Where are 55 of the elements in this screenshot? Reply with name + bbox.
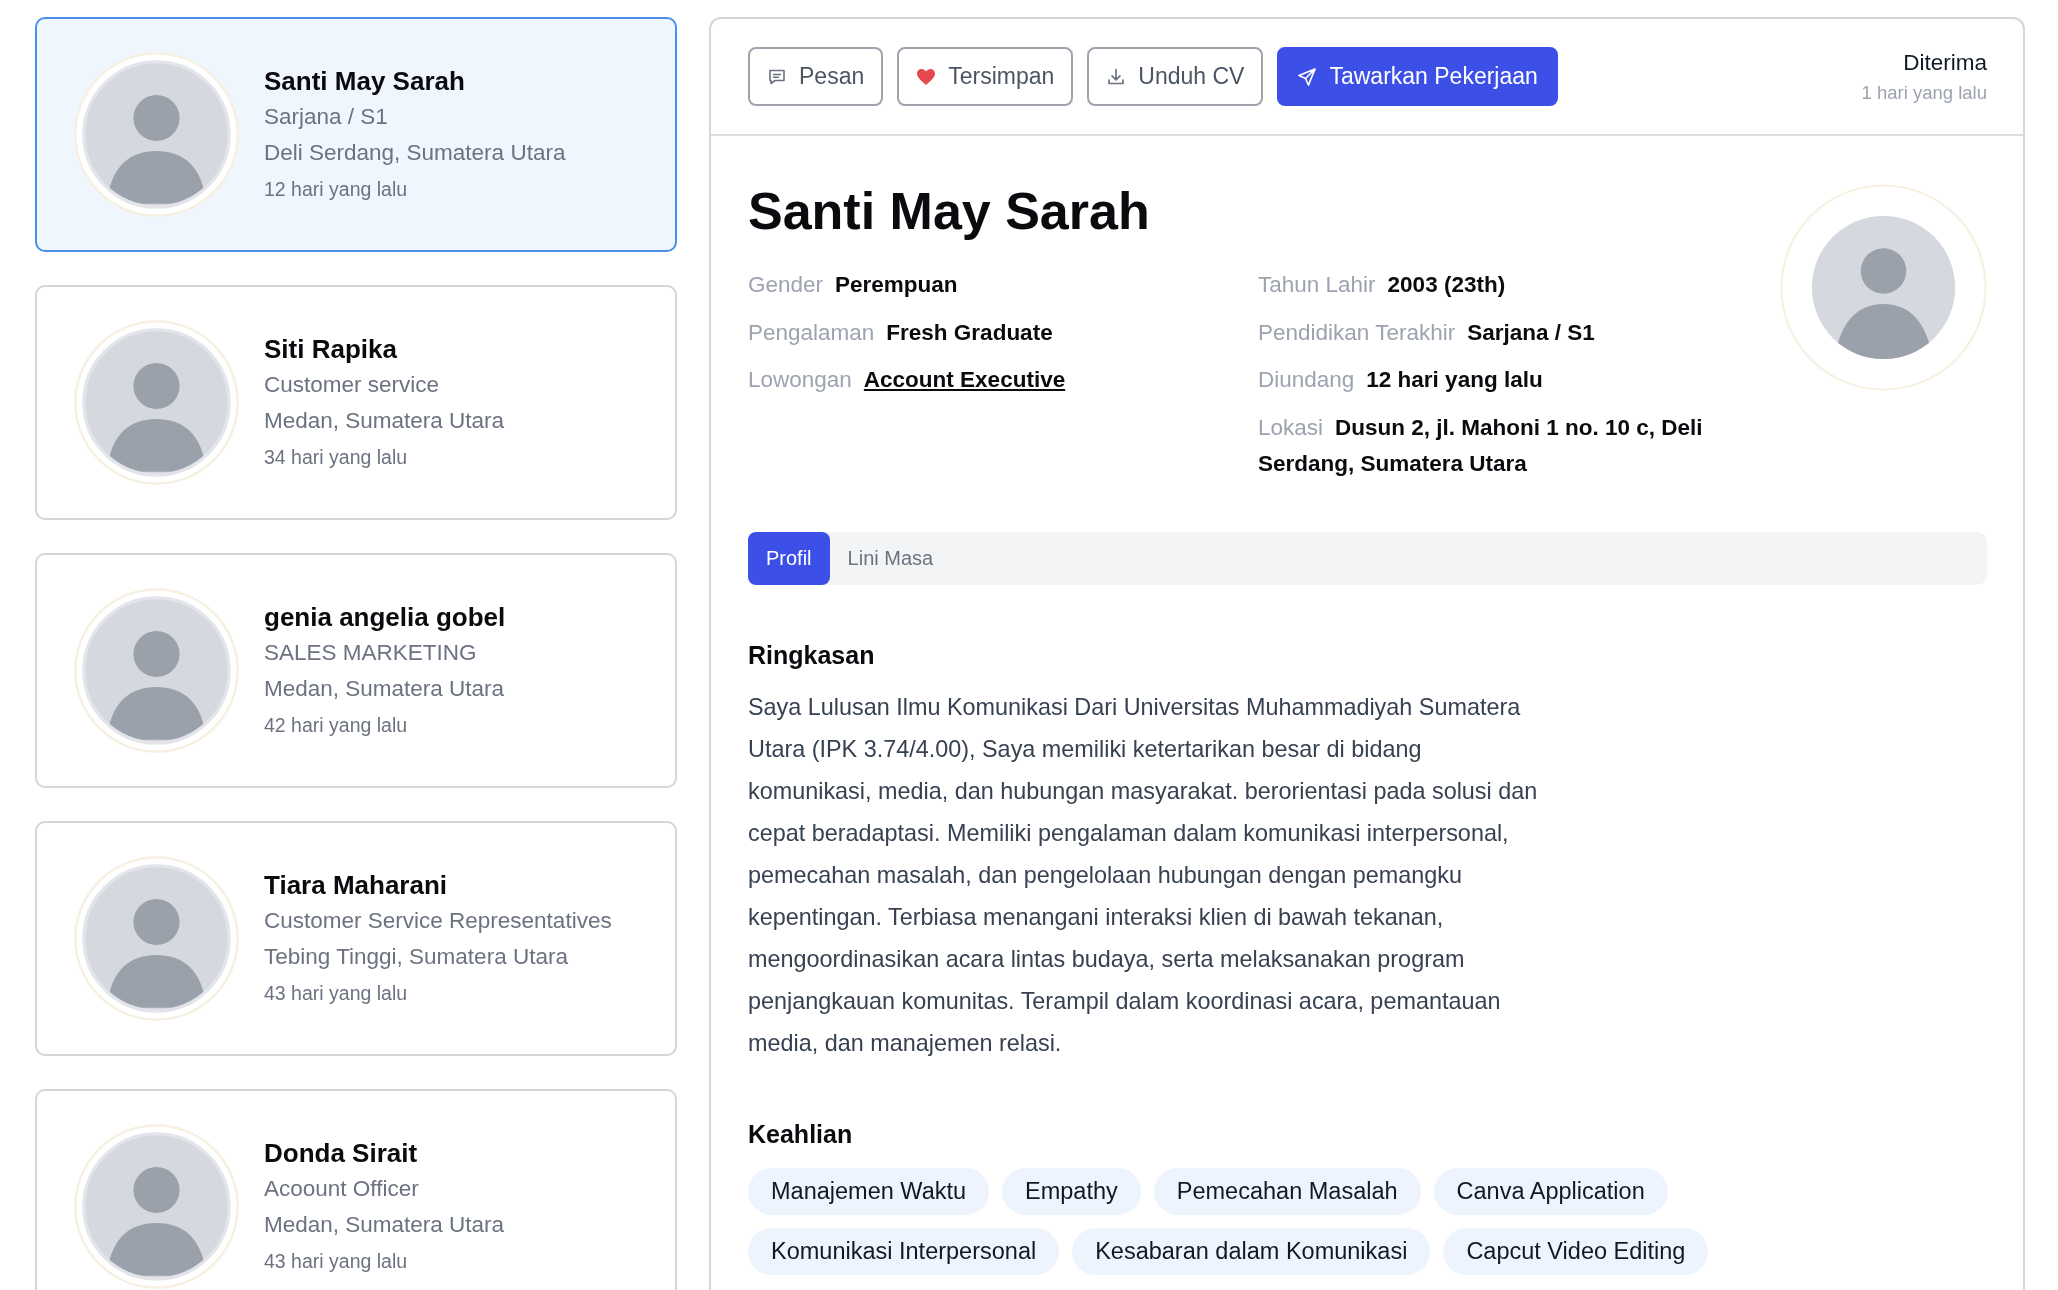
candidate-time: 43 hari yang lalu xyxy=(264,1248,409,1274)
candidate-name: Santi May Sarah xyxy=(264,64,466,98)
tab[interactable]: Lini Masa xyxy=(829,531,952,585)
candidate-subtitle: Sarjana / S1 xyxy=(264,102,389,131)
candidate-location: Medan, Sumatera Utara xyxy=(264,1210,505,1239)
skill-tag: Manajemen Waktu xyxy=(748,1167,990,1215)
candidate-name: Siti Rapika xyxy=(264,332,398,366)
skill-tag: Empathy xyxy=(1002,1167,1141,1215)
section-heading: Keahlian xyxy=(748,1118,854,1150)
candidate-card[interactable]: Siti Rapika Customer service Medan, Sumatera Utara 34 hari yang lalu xyxy=(35,285,677,520)
saved-button[interactable]: Tersimpan xyxy=(897,47,1074,106)
field-label: Lowongan xyxy=(748,367,852,392)
candidate-location: Deli Serdang, Sumatera Utara xyxy=(264,138,566,167)
candidate-location: Medan, Sumatera Utara xyxy=(264,406,505,435)
offer-job-button[interactable]: Tawarkan Pekerjaan xyxy=(1277,47,1558,106)
candidate-name: Donda Sirait xyxy=(264,1136,419,1170)
candidate-name: Tiara Maharani xyxy=(264,868,449,902)
candidate-subtitle: SALES MARKETING xyxy=(264,638,478,667)
skill-tag: Kesabaran dalam Komunikasi xyxy=(1072,1227,1431,1275)
candidate-title: Santi May Sarah xyxy=(748,181,1151,242)
vacancy-link[interactable]: Account Executive xyxy=(863,367,1066,392)
candidate-name: genia angelia gobel xyxy=(264,600,506,634)
status-label: Diterima xyxy=(1902,48,1987,77)
section-heading: Ringkasan xyxy=(748,639,876,671)
candidate-subtitle: Customer service xyxy=(264,370,441,399)
candidate-time: 12 hari yang lalu xyxy=(264,176,409,202)
skill-tag: Capcut Video Editing xyxy=(1443,1227,1709,1275)
detail-field: Pengalaman Fresh Graduate xyxy=(748,314,1258,351)
candidate-time: 34 hari yang lalu xyxy=(264,444,409,470)
detail-field: Lokasi Dusun 2, jl. Mahoni 1 no. 10 c, Deli Serdang, Sumatera Utara xyxy=(1258,409,1728,482)
candidate-card[interactable]: Tiara Maharani Customer Service Representatives Tebing Tinggi, Sumatera Utara 43 hari yang lalu xyxy=(35,821,677,1056)
heart-icon xyxy=(916,66,937,87)
detail-field: Pendidikan Terakhir Sarjana / S1 xyxy=(1258,314,1728,351)
candidate-time: 43 hari yang lalu xyxy=(264,980,409,1006)
download-button[interactable]: Unduh CV xyxy=(1087,47,1264,106)
candidate-subtitle: Customer Service Representatives xyxy=(264,906,612,935)
candidate-location: Medan, Sumatera Utara xyxy=(264,674,506,703)
download-icon xyxy=(1106,66,1127,87)
candidate-subtitle: Acoount Officer xyxy=(264,1174,420,1203)
status-time: 1 hari yang lalu xyxy=(1861,80,1987,105)
detail-field: Tahun Lahir 2003 (23th) xyxy=(1258,267,1728,303)
summary-paragraph: Saya Lulusan Ilmu Komunikasi Dari Universitas Muhammadiyah Sumatera Utara (IPK 3.74/4.00), Saya memiliki ketertarikan besar di bidang komunikasi, media, dan hubungan masyarakat. berorientasi pada solusi dan cepat beradaptasi. Memiliki pengalaman dalam komunikasi interpersonal, pemecahan masalah, dan pengelolaan hubungan dengan pemangku kepentingan. Terbiasa menangani interaksi klien di bawah tekanan, mengoordinasikan acara lintas budaya, serta melaksanakan program penjangkauan komunitas. Terampil dalam koordinasi acara, pemantauan media, dan manajemen relasi. xyxy=(748,692,1538,1058)
skill-tag: Pemecahan Masalah xyxy=(1153,1167,1421,1215)
candidate-card[interactable]: Santi May Sarah Sarjana / S1 Deli Serdang, Sumatera Utara 12 hari yang lalu xyxy=(35,17,677,252)
detail-field: Gender Perempuan xyxy=(748,267,1258,303)
skill-tag: Canva Application xyxy=(1433,1167,1668,1215)
candidate-card[interactable]: Donda Sirait Acoount Officer Medan, Sumatera Utara 43 hari yang lalu xyxy=(35,1089,677,1290)
detail-field: Diundang 12 hari yang lalu xyxy=(1258,362,1728,398)
candidate-location: Tebing Tinggi, Sumatera Utara xyxy=(264,942,569,971)
skill-tag: Komunikasi Interpersonal xyxy=(748,1227,1060,1275)
candidate-time: 42 hari yang lalu xyxy=(264,712,409,738)
message-button[interactable]: Pesan xyxy=(748,47,884,106)
tab[interactable]: Profil xyxy=(748,531,830,585)
candidate-card[interactable]: genia angelia gobel SALES MARKETING Medan, Sumatera Utara 42 hari yang lalu xyxy=(35,553,677,788)
send-icon xyxy=(1297,66,1318,87)
